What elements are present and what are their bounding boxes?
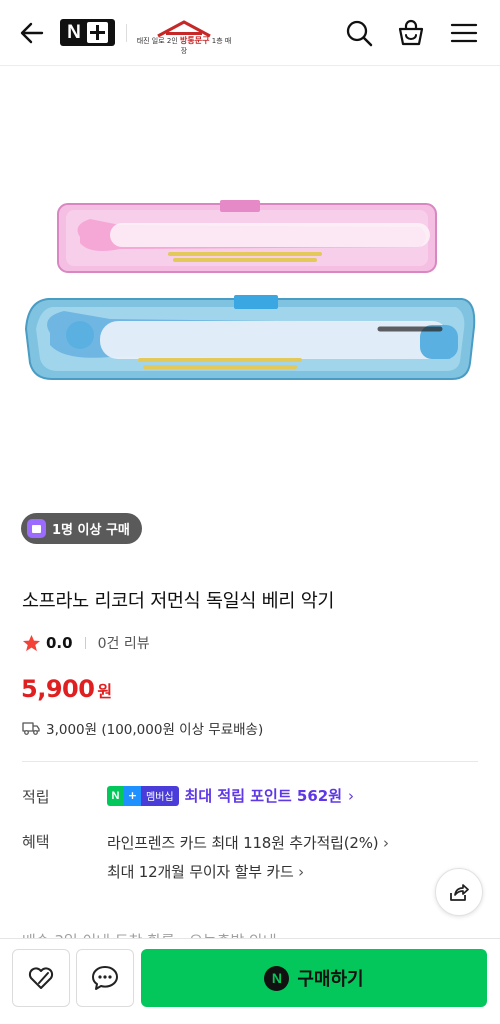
back-arrow-icon[interactable] [18,19,46,47]
price-currency: 원 [97,682,113,701]
points-row[interactable]: N + 멤버십 최대 적립 포인트 562원 › [107,785,354,806]
price: 5,900 원 [21,675,112,703]
section-divider [22,761,478,762]
nplus-n-letter: N [67,21,81,43]
heart-icon [28,967,54,989]
membership-label: 멤버십 [141,785,179,806]
points-label: 적립 [22,788,50,806]
product-title: 소프라노 리코더 저먼식 독일식 베리 악기 [22,591,335,612]
share-icon [450,884,469,901]
price-value: 5,900 [21,675,95,703]
benefit-item-installment[interactable]: 최대 12개월 무이자 할부 카드 › [107,861,304,882]
review-count[interactable]: 0건 리뷰 [98,633,150,653]
chat-bubble-icon [92,966,118,990]
menu-icon[interactable] [450,19,478,47]
blue-recorder-case [24,295,476,380]
header-divider [126,24,127,42]
plus-icon [86,22,108,43]
benefit-item-card-points[interactable]: 라인프렌즈 카드 최대 118원 추가적립(2%) › [107,832,389,853]
benefit-text: 최대 12개월 무이자 할부 카드 [107,863,294,881]
pink-recorder-case [57,200,437,273]
bottom-action-bar: N 구매하기 [0,938,500,1024]
membership-plus-icon: + [124,785,141,806]
chat-button[interactable] [76,949,134,1007]
wishlist-button[interactable] [12,949,70,1007]
store-name: 방통문구 [180,36,210,45]
product-image[interactable] [0,67,500,497]
membership-n-letter: N [107,785,124,806]
share-button[interactable] [435,868,483,916]
chevron-right-icon: › [348,786,354,805]
store-logo[interactable]: 태진 일로 2인 방통문구 1층 매장 [136,20,232,55]
membership-badge: N + 멤버십 [107,785,179,806]
points-text: 최대 적립 포인트 562원 [184,787,342,805]
purchase-count-badge: 1명 이상 구매 [21,513,142,544]
naver-pay-icon: N [264,965,290,991]
chevron-right-icon: › [298,863,304,881]
benefit-text: 라인프렌즈 카드 최대 118원 추가적립(2%) [107,834,379,852]
benefits-label: 혜택 [22,833,50,851]
truck-icon [22,722,40,735]
purchase-count-text: 1명 이상 구매 [52,523,130,538]
buy-label: 구매하기 [297,969,364,990]
naver-plus-logo[interactable]: N [60,19,115,46]
search-icon[interactable] [345,19,373,47]
shipping-info: 3,000원 (100,000원 이상 무료배송) [22,718,263,738]
rating-separator [84,637,86,649]
store-name-line: 태진 일로 2인 방통문구 1층 매장 [136,35,232,56]
star-icon [22,634,41,651]
bag-badge-icon [27,519,46,538]
buy-button[interactable]: N 구매하기 [141,949,487,1007]
rating-row[interactable]: 0.0 0건 리뷰 [22,633,150,653]
top-header: N 태진 일로 2인 방통문구 1층 매장 [0,0,500,66]
shipping-text: 3,000원 (100,000원 이상 무료배송) [46,722,264,738]
store-tagline: 태진 일로 2인 [136,37,178,45]
rating-score: 0.0 [46,634,73,652]
chevron-right-icon: › [382,834,389,852]
shopping-bag-icon[interactable] [397,19,425,47]
